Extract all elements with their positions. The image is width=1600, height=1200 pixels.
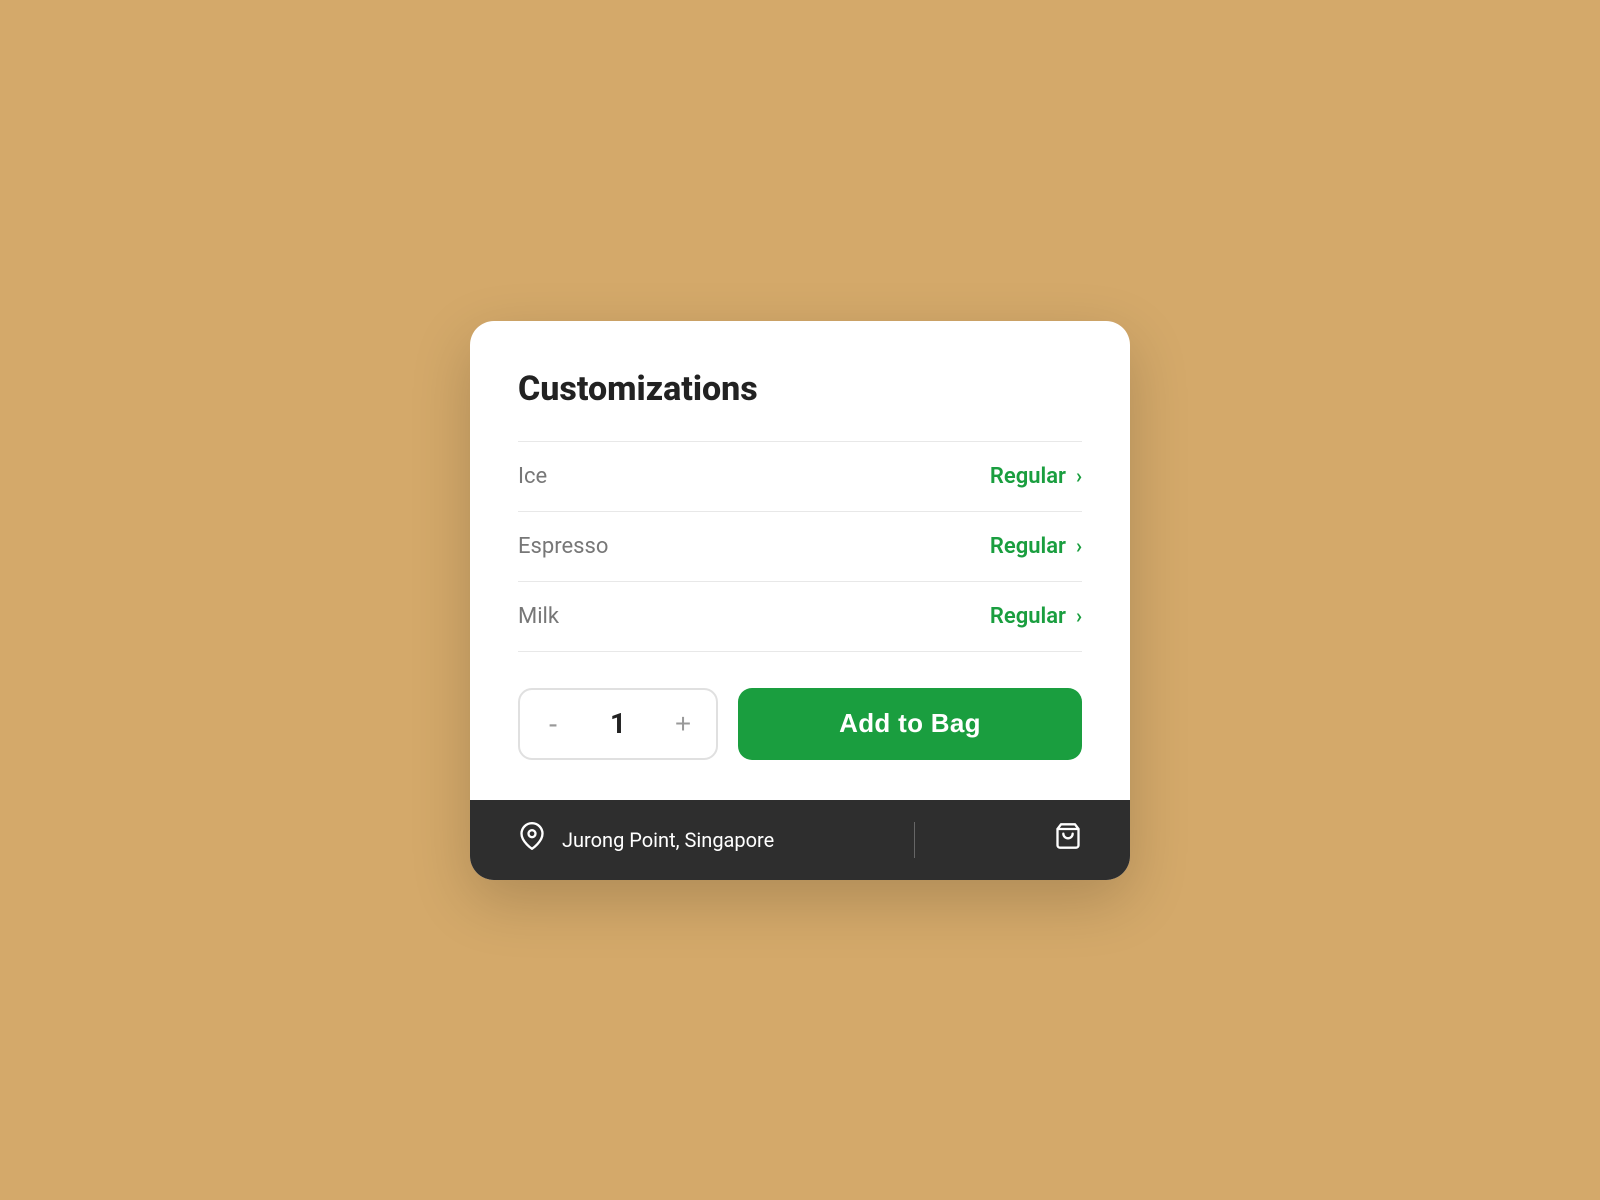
customization-item-milk[interactable]: Milk Regular › [518, 582, 1082, 652]
quantity-value: 1 [586, 707, 650, 740]
shopping-bag-icon[interactable] [1054, 822, 1082, 857]
customization-value-wrapper-milk: Regular › [990, 604, 1082, 629]
location-text: Jurong Point, Singapore [562, 828, 774, 852]
customization-label-milk: Milk [518, 604, 559, 629]
location-section: Jurong Point, Singapore [518, 822, 774, 857]
actions-row: - 1 + Add to Bag [518, 688, 1082, 760]
footer-divider [914, 822, 915, 858]
add-to-bag-button[interactable]: Add to Bag [738, 688, 1082, 760]
customization-value-wrapper-espresso: Regular › [990, 534, 1082, 559]
pin-icon [518, 822, 546, 857]
customization-value-espresso: Regular [990, 534, 1066, 559]
customization-label-espresso: Espresso [518, 534, 608, 559]
quantity-stepper: - 1 + [518, 688, 718, 760]
card-footer: Jurong Point, Singapore [470, 800, 1130, 880]
customization-item-espresso[interactable]: Espresso Regular › [518, 512, 1082, 582]
customizations-card: Customizations Ice Regular › Espresso Re… [470, 321, 1130, 880]
chevron-right-icon-espresso: › [1076, 534, 1082, 558]
customization-value-wrapper-ice: Regular › [990, 464, 1082, 489]
card-title: Customizations [518, 369, 1082, 409]
customization-list: Ice Regular › Espresso Regular › Milk Re… [518, 441, 1082, 652]
customization-value-milk: Regular [990, 604, 1066, 629]
customization-value-ice: Regular [990, 464, 1066, 489]
card-body: Customizations Ice Regular › Espresso Re… [470, 321, 1130, 800]
customization-label-ice: Ice [518, 464, 547, 489]
decrease-button[interactable]: - [520, 690, 586, 758]
chevron-right-icon-ice: › [1076, 464, 1082, 488]
increase-button[interactable]: + [650, 690, 716, 758]
chevron-right-icon-milk: › [1076, 604, 1082, 628]
customization-item-ice[interactable]: Ice Regular › [518, 441, 1082, 512]
